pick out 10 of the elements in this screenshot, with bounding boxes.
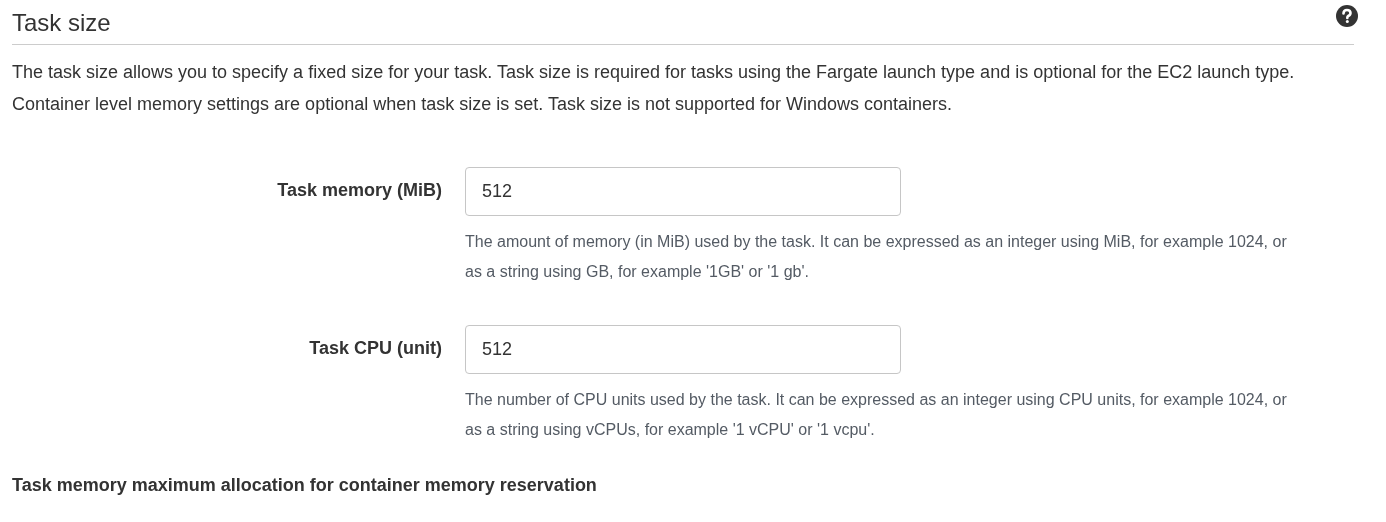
help-text: The amount of memory (in MiB) used by the task. It can be expressed as an integer using MiB, for example 1024, or as a string using GB, for example '1GB' or '1 gb'. [465,232,1288,282]
help-icon[interactable] [1336,5,1358,27]
subsection-title: Task memory maximum allocation for container memory reservation [12,474,597,497]
input-field[interactable]: 512 [465,167,901,216]
section-title: Task size [12,8,111,38]
field-label: Task CPU (unit) [309,337,442,360]
field-label: Task memory (MiB) [277,179,442,202]
section-description: The task size allows you to specify a fixed size for your task. Task size is required for tasks using the Fargate launch type and is optional for the EC2 launch type. Container level memory settings are optional when task size is set. Task size is not supported for Windows containers. [12,61,1296,116]
input-field[interactable]: 512 [465,325,901,374]
help-text: The number of CPU units used by the task. It can be expressed as an integer using CPU units, for example 1024, or as a string using vCPUs, for example '1 vCPU' or '1 vcpu'. [465,390,1288,440]
